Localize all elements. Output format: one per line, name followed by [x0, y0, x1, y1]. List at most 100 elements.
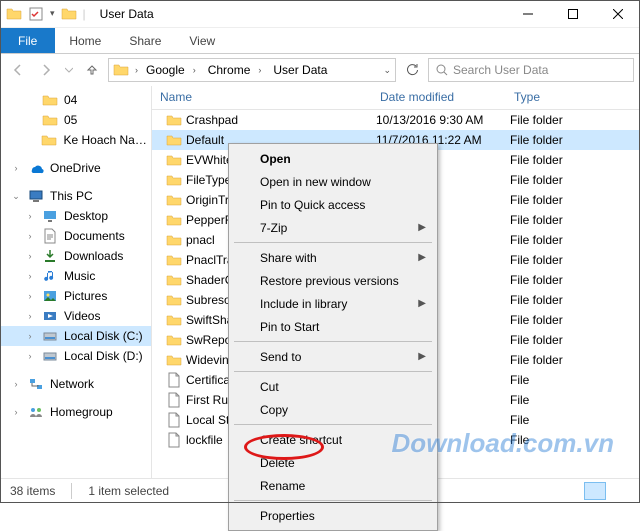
search-input[interactable]: Search User Data: [428, 58, 634, 82]
col-date[interactable]: Date modified: [372, 86, 506, 109]
tree-item[interactable]: ›Music: [0, 266, 151, 286]
folder-icon: [166, 332, 182, 348]
breadcrumb-segment[interactable]: Chrome›: [202, 63, 268, 77]
maximize-button[interactable]: [550, 0, 595, 28]
folder-icon: [166, 192, 182, 208]
folder-icon: [166, 352, 182, 368]
docs-icon: [42, 228, 58, 244]
folder-icon: [42, 112, 58, 128]
disk-icon: [42, 328, 58, 344]
qat-drop-icon[interactable]: ▾: [50, 8, 55, 19]
tab-file[interactable]: File: [0, 28, 55, 53]
file-row[interactable]: Crashpad10/13/2016 9:30 AMFile folder: [152, 110, 640, 130]
menu-item-open[interactable]: Open: [232, 147, 434, 170]
file-icon: [166, 432, 182, 448]
menu-item-include-in-library[interactable]: Include in library▶: [232, 292, 434, 315]
item-count: 38 items: [10, 484, 55, 498]
properties-icon[interactable]: [28, 6, 44, 22]
homegroup-icon: [28, 404, 44, 420]
file-icon: [166, 392, 182, 408]
menu-item-share-with[interactable]: Share with▶: [232, 246, 434, 269]
tree-item[interactable]: ›Pictures: [0, 286, 151, 306]
tree-item[interactable]: ⌄This PC: [0, 186, 151, 206]
menu-item-rename[interactable]: Rename: [232, 474, 434, 497]
tree-item[interactable]: ›Desktop: [0, 206, 151, 226]
context-menu[interactable]: OpenOpen in new windowPin to Quick acces…: [228, 143, 438, 531]
close-button[interactable]: [595, 0, 640, 28]
tree-item[interactable]: ›Downloads: [0, 246, 151, 266]
downloads-icon: [42, 248, 58, 264]
folder-icon: [166, 172, 182, 188]
nav-up-button[interactable]: [80, 58, 104, 82]
titlebar: ▾ | User Data: [0, 0, 640, 28]
pc-icon: [28, 188, 44, 204]
menu-item-copy[interactable]: Copy: [232, 398, 434, 421]
folder-icon: [166, 112, 182, 128]
folder-icon: [6, 6, 22, 22]
chevron-right-icon: ▶: [418, 351, 426, 362]
col-type[interactable]: Type: [506, 86, 640, 109]
folder-icon: [61, 6, 77, 22]
search-icon: [435, 63, 449, 77]
menu-item-send-to[interactable]: Send to▶: [232, 345, 434, 368]
breadcrumb[interactable]: › Google› Chrome› User Data ⌄: [108, 58, 396, 82]
tab-share[interactable]: Share: [115, 28, 175, 53]
breadcrumb-segment[interactable]: User Data: [267, 63, 333, 77]
folder-icon: [166, 272, 182, 288]
tree-item[interactable]: ›Documents: [0, 226, 151, 246]
music-icon: [42, 268, 58, 284]
tree-item[interactable]: ›Network: [0, 374, 151, 394]
chevron-right-icon: ▶: [418, 298, 426, 309]
bc-drop-icon[interactable]: ⌄: [379, 65, 395, 76]
nav-forward-button[interactable]: [34, 58, 58, 82]
folder-icon: [166, 252, 182, 268]
folder-icon: [113, 62, 129, 78]
column-headers[interactable]: Name Date modified Type: [152, 86, 640, 110]
tree-item[interactable]: ›Videos: [0, 306, 151, 326]
folder-icon: [166, 152, 182, 168]
refresh-button[interactable]: [400, 58, 424, 82]
folder-icon: [42, 92, 58, 108]
menu-item-open-in-new-window[interactable]: Open in new window: [232, 170, 434, 193]
folder-icon: [166, 212, 182, 228]
menu-item-pin-to-start[interactable]: Pin to Start: [232, 315, 434, 338]
selected-count: 1 item selected: [88, 484, 169, 498]
view-icons-button[interactable]: [608, 482, 630, 500]
nav-recent-button[interactable]: [62, 58, 76, 82]
breadcrumb-segment[interactable]: Google›: [140, 63, 202, 77]
menu-item-create-shortcut[interactable]: Create shortcut: [232, 428, 434, 451]
view-details-button[interactable]: [584, 482, 606, 500]
minimize-button[interactable]: [505, 0, 550, 28]
tab-home[interactable]: Home: [55, 28, 115, 53]
tree-item[interactable]: 04: [0, 90, 151, 110]
tree-item[interactable]: ›Homegroup: [0, 402, 151, 422]
chevron-right-icon: ▶: [418, 252, 426, 263]
menu-item-7-zip[interactable]: 7-Zip▶: [232, 216, 434, 239]
folder-icon: [41, 132, 57, 148]
pictures-icon: [42, 288, 58, 304]
menu-item-cut[interactable]: Cut: [232, 375, 434, 398]
folder-icon: [166, 292, 182, 308]
menu-item-properties[interactable]: Properties: [232, 504, 434, 527]
menu-item-restore-previous-versions[interactable]: Restore previous versions: [232, 269, 434, 292]
address-bar: › Google› Chrome› User Data ⌄ Search Use…: [0, 54, 640, 86]
tree-item[interactable]: ›Local Disk (C:): [0, 326, 151, 346]
tree-item[interactable]: 05: [0, 110, 151, 130]
folder-icon: [166, 132, 182, 148]
menu-item-delete[interactable]: Delete: [232, 451, 434, 474]
nav-back-button[interactable]: [6, 58, 30, 82]
nav-tree[interactable]: 0405Ke Hoach Nam 2 ›OneDrive ⌄This PC›Desk…: [0, 86, 152, 478]
col-name[interactable]: Name: [152, 86, 372, 109]
menu-item-pin-to-quick-access[interactable]: Pin to Quick access: [232, 193, 434, 216]
videos-icon: [42, 308, 58, 324]
folder-icon: [166, 312, 182, 328]
tree-item[interactable]: Ke Hoach Nam 2: [0, 130, 151, 150]
desktop-icon: [42, 208, 58, 224]
file-icon: [166, 372, 182, 388]
tree-item[interactable]: ›Local Disk (D:): [0, 346, 151, 366]
network-icon: [28, 376, 44, 392]
tab-view[interactable]: View: [175, 28, 229, 53]
quick-access-toolbar: ▾ |: [0, 6, 92, 22]
chevron-right-icon: ▶: [418, 222, 426, 233]
tree-item[interactable]: ›OneDrive: [0, 158, 151, 178]
